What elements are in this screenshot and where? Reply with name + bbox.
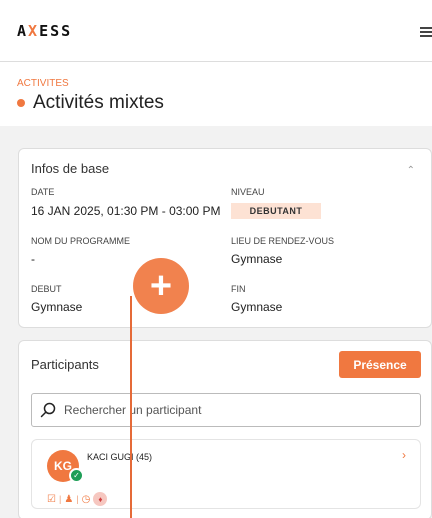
program-label: NOM DU PROGRAMME — [31, 236, 130, 246]
add-fab-button[interactable]: + — [133, 258, 189, 314]
check-icon: ✓ — [69, 468, 84, 483]
participants-title: Participants — [31, 357, 99, 372]
participant-search-input[interactable] — [64, 403, 404, 417]
participant-name: KACI GUGI (45) — [87, 452, 153, 462]
level-badge: DEBUTANT — [231, 203, 321, 219]
calendar-check-icon: ☑ — [47, 493, 56, 505]
date-value: 16 JAN 2025, 01:30 PM - 03:00 PM — [31, 204, 221, 218]
fab-pointer-line — [130, 296, 132, 518]
participant-search-box[interactable] — [31, 393, 421, 427]
people-icon: ♟ — [64, 493, 74, 505]
program-value: - — [31, 252, 35, 266]
plus-icon: + — [149, 265, 173, 307]
separator: | — [58, 494, 62, 504]
basic-info-title: Infos de base — [31, 161, 110, 176]
status-dot-icon — [17, 99, 25, 107]
logo-letter-a: A — [17, 22, 29, 40]
logo-letters-ess: ESS — [39, 22, 73, 40]
end-value: Gymnase — [231, 300, 283, 314]
search-icon — [40, 402, 56, 418]
chevron-right-icon[interactable]: › — [402, 448, 406, 462]
page-header: ACTIVITES Activités mixtes — [0, 62, 432, 126]
logo-letter-x: X — [28, 22, 40, 40]
presence-button[interactable]: Présence — [339, 351, 421, 378]
clock-icon: ◷ — [81, 493, 91, 505]
start-value: Gymnase — [31, 300, 83, 314]
participants-card: Participants Présence KG ✓ KACI GUGI (45… — [18, 340, 432, 518]
axess-logo[interactable]: AXESS — [17, 22, 72, 40]
page-title: Activités mixtes — [17, 92, 164, 114]
end-label: FIN — [231, 284, 246, 294]
hamburger-menu-icon[interactable] — [420, 27, 432, 37]
alert-badge-icon: ♦ — [93, 492, 108, 506]
level-label: NIVEAU — [231, 187, 265, 197]
date-label: DATE — [31, 187, 55, 197]
meeting-place-value: Gymnase — [231, 252, 283, 266]
meeting-place-label: LIEU DE RENDEZ-VOUS — [231, 236, 335, 246]
top-bar: AXESS — [0, 0, 432, 62]
start-label: DEBUT — [31, 284, 62, 294]
participant-row[interactable]: KG ✓ KACI GUGI (45) › ☑ | ♟ | ◷ ♦ — [31, 439, 421, 509]
participant-status-icons: ☑ | ♟ | ◷ ♦ — [47, 492, 108, 506]
basic-info-card: Infos de base ⌃ DATE 16 JAN 2025, 01:30 … — [18, 148, 432, 328]
page-title-text: Activités mixtes — [33, 92, 164, 113]
breadcrumb[interactable]: ACTIVITES — [17, 78, 69, 89]
chevron-up-icon[interactable]: ⌃ — [407, 165, 415, 176]
separator: | — [76, 494, 79, 504]
